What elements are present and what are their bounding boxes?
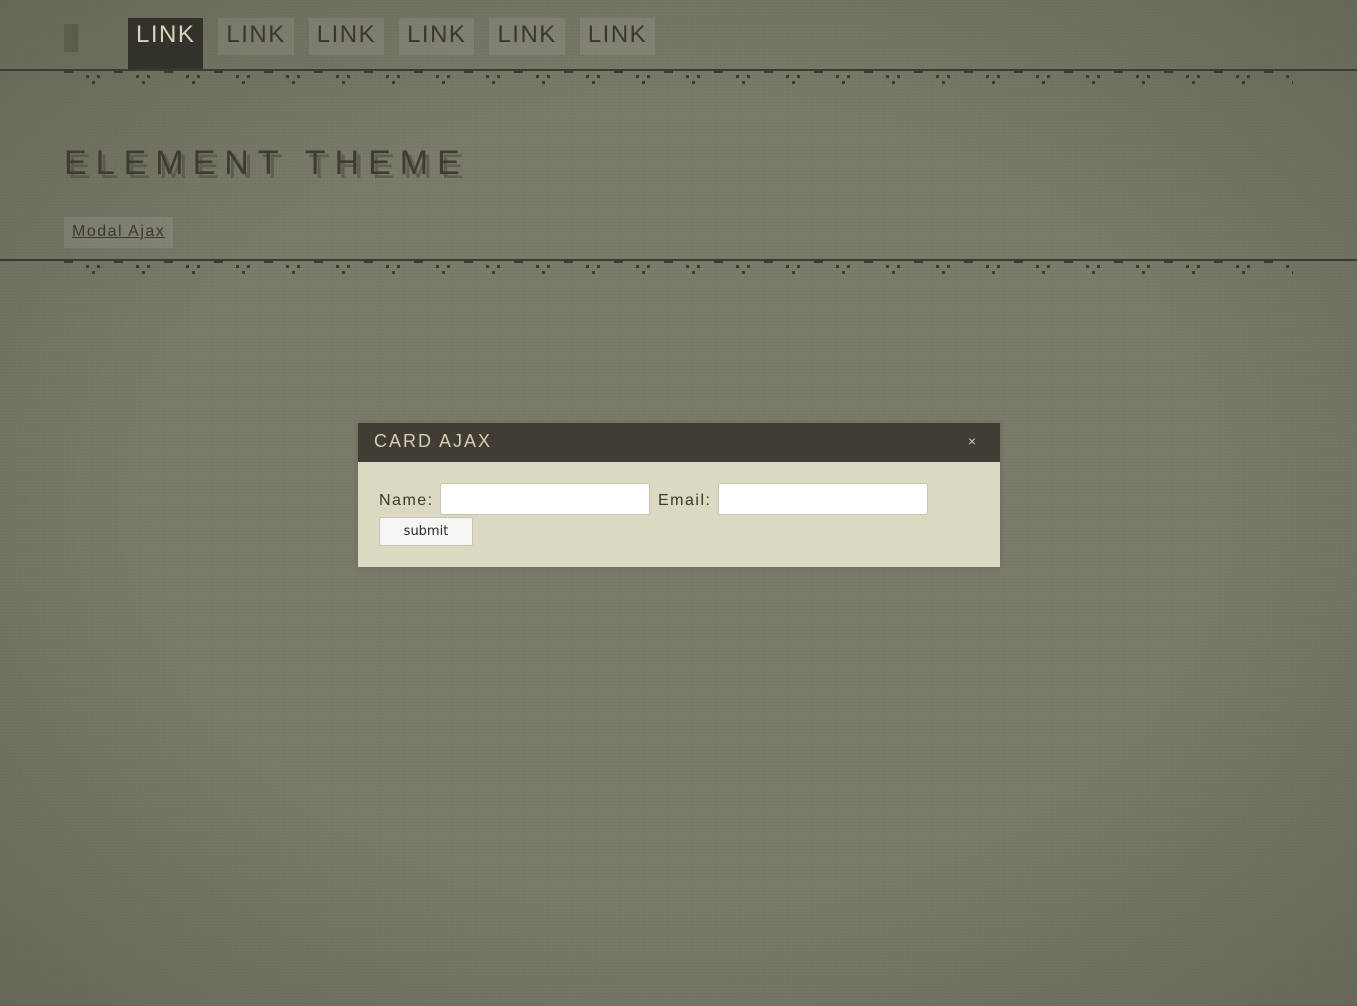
modal-header: CARD AJAX × (358, 423, 1000, 462)
card-ajax-modal: CARD AJAX × Name: Email: submit (358, 423, 1000, 567)
name-field[interactable] (440, 483, 650, 515)
header-divider-pattern (64, 260, 1293, 276)
name-label: Name: (379, 492, 434, 509)
nav-link-6[interactable]: LINK (579, 18, 656, 55)
nav-link-4[interactable]: LINK (399, 18, 475, 55)
nav-link-2[interactable]: LINK (218, 18, 294, 55)
modal-body: Name: Email: submit (358, 462, 1000, 567)
modal-ajax-link[interactable]: Modal Ajax (64, 217, 174, 248)
email-field[interactable] (718, 483, 928, 515)
close-icon[interactable]: × (968, 434, 976, 448)
nav-links: LINK LINK LINK LINK LINK LINK (128, 18, 656, 70)
email-label: Email: (658, 492, 712, 509)
nav-link-5[interactable]: LINK (489, 18, 565, 55)
submit-button[interactable]: submit (379, 517, 473, 546)
logo-mark-icon[interactable] (64, 24, 88, 52)
modal-title: CARD AJAX (374, 431, 493, 451)
page-title: ELEMENT THEME (64, 144, 469, 182)
top-navigation: LINK LINK LINK LINK LINK LINK (0, 0, 1357, 70)
nav-link-1[interactable]: LINK (128, 18, 204, 70)
nav-link-3[interactable]: LINK (308, 18, 385, 55)
nav-divider-pattern (64, 70, 1293, 86)
